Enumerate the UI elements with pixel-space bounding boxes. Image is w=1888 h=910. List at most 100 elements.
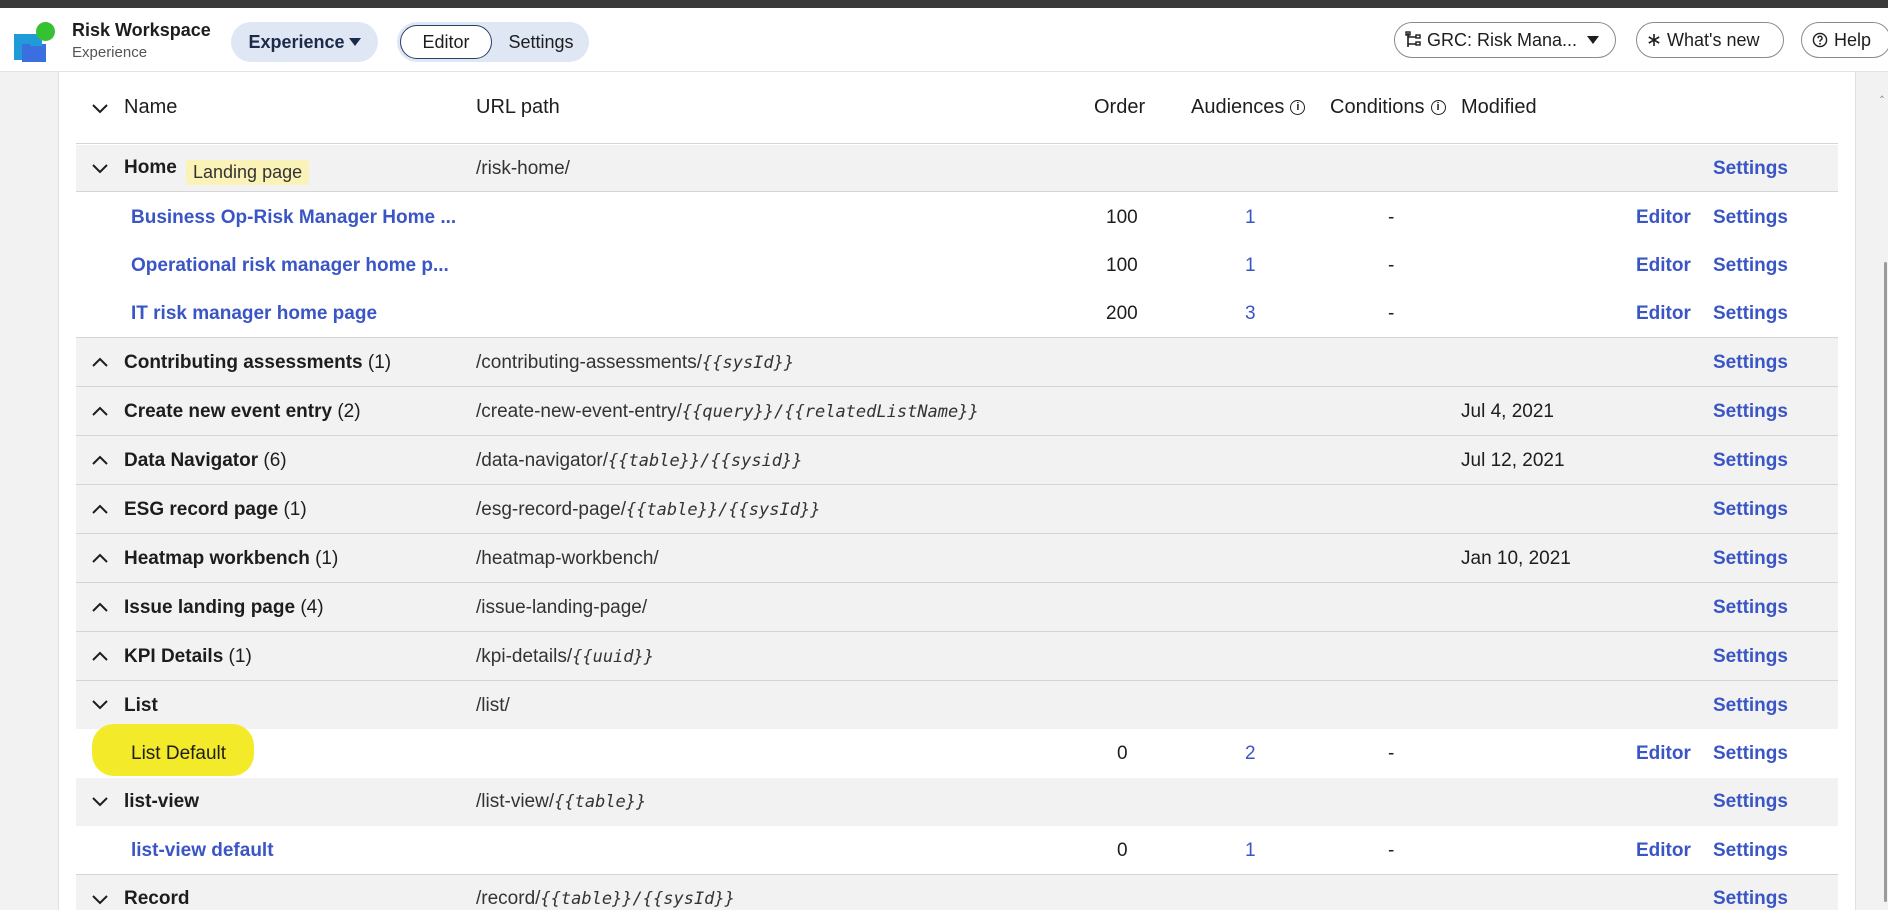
audiences-link[interactable]: 1 [1245, 840, 1256, 862]
conditions-value: - [1388, 207, 1395, 228]
url-path: /esg-record-page/{{table}}/{{sysId}} [476, 499, 821, 520]
table-row: List /list/ Settings [76, 681, 1838, 729]
url-path: /create-new-event-entry/{{query}}/{{rela… [476, 401, 979, 422]
column-conditions[interactable]: Conditions i [1330, 96, 1446, 119]
chevron-down-icon[interactable] [90, 99, 110, 119]
settings-link[interactable]: Settings [1713, 548, 1788, 570]
settings-link[interactable]: Settings [1713, 743, 1788, 765]
whats-new-button[interactable]: What's new [1636, 22, 1784, 58]
editor-link[interactable]: Editor [1636, 255, 1691, 277]
column-modified[interactable]: Modified [1461, 96, 1537, 119]
column-audiences[interactable]: Audiences i [1191, 96, 1306, 119]
scroll-up-icon[interactable]: ‸ [1880, 84, 1884, 98]
url-path: /risk-home/ [476, 158, 570, 179]
chevron-up-icon[interactable] [90, 499, 110, 519]
page-name[interactable]: Create new event entry (2) [124, 401, 361, 423]
variant-link[interactable]: Operational risk manager home p... [131, 255, 449, 277]
page-name[interactable]: KPI Details (1) [124, 646, 252, 668]
page-name[interactable]: Contributing assessments (1) [124, 352, 391, 374]
experience-menu-button[interactable]: Experience [231, 22, 378, 62]
settings-link[interactable]: Settings [1713, 597, 1788, 619]
app-header: Risk Workspace Experience Experience Edi… [0, 8, 1888, 72]
column-url-path[interactable]: URL path [476, 96, 560, 119]
chevron-up-icon[interactable] [90, 548, 110, 568]
settings-link[interactable]: Settings [1713, 695, 1788, 717]
settings-link[interactable]: Settings [1713, 888, 1788, 910]
column-name[interactable]: Name [124, 96, 177, 119]
caret-down-icon [1587, 36, 1600, 44]
asterisk-icon [1648, 34, 1660, 46]
table-row: Create new event entry (2) /create-new-e… [76, 387, 1838, 436]
audiences-link[interactable]: 3 [1245, 303, 1256, 325]
chevron-up-icon[interactable] [90, 450, 110, 470]
table-row: List Default 0 2 - Editor Settings [76, 724, 1838, 778]
conditions-value: - [1388, 255, 1395, 276]
settings-link[interactable]: Settings [1713, 255, 1788, 277]
info-icon[interactable]: i [1290, 100, 1306, 115]
settings-link[interactable]: Settings [1713, 450, 1788, 472]
help-button[interactable]: Help [1801, 22, 1888, 58]
editor-tab[interactable]: Editor [400, 25, 492, 59]
settings-link[interactable]: Settings [1713, 207, 1788, 229]
table-row: Issue landing page (4) /issue-landing-pa… [76, 583, 1838, 632]
landing-page-badge: Landing page [186, 160, 310, 185]
table-row: Business Op-Risk Manager Home ... 100 1 … [76, 193, 1838, 241]
scrollbar-thumb[interactable] [1884, 262, 1887, 902]
editor-link[interactable]: Editor [1636, 840, 1691, 862]
chevron-up-icon[interactable] [90, 352, 110, 372]
chevron-down-icon[interactable] [90, 159, 110, 179]
editor-link[interactable]: Editor [1636, 743, 1691, 765]
url-path: /heatmap-workbench/ [476, 548, 659, 569]
chevron-down-icon[interactable] [90, 695, 110, 715]
whats-new-label: What's new [1667, 29, 1760, 50]
page-name[interactable]: List [124, 695, 158, 717]
variant-link[interactable]: List Default [131, 743, 226, 765]
experience-menu-label: Experience [248, 31, 345, 52]
settings-link[interactable]: Settings [1713, 303, 1788, 325]
url-path: /issue-landing-page/ [476, 597, 648, 618]
view-switcher: Editor Settings [397, 22, 589, 62]
page-name[interactable]: Data Navigator (6) [124, 450, 287, 472]
order-value: 0 [1117, 743, 1128, 764]
column-order[interactable]: Order [1094, 96, 1145, 119]
page-name[interactable]: Issue landing page (4) [124, 597, 324, 619]
settings-link[interactable]: Settings [1713, 791, 1788, 813]
variant-link[interactable]: list-view default [131, 840, 274, 862]
settings-link[interactable]: Settings [1713, 352, 1788, 374]
editor-link[interactable]: Editor [1636, 303, 1691, 325]
chevron-down-icon[interactable] [90, 792, 110, 812]
chevron-up-icon[interactable] [90, 597, 110, 617]
table-row: list-view default 0 1 - Editor Settings [76, 826, 1838, 875]
chevron-down-icon[interactable] [90, 890, 110, 910]
table-row: Operational risk manager home p... 100 1… [76, 241, 1838, 289]
settings-link[interactable]: Settings [1713, 646, 1788, 668]
scope-selector[interactable]: GRC: Risk Mana... [1394, 22, 1616, 58]
settings-tab[interactable]: Settings [497, 25, 585, 59]
settings-link[interactable]: Settings [1713, 499, 1788, 521]
scope-selector-label: GRC: Risk Mana... [1427, 29, 1578, 50]
table-header: Name URL path Order Audiences i Condition… [76, 72, 1838, 144]
url-path: /list/ [476, 695, 510, 716]
order-value: 100 [1106, 207, 1138, 228]
page-name[interactable]: Record [124, 888, 189, 910]
audiences-link[interactable]: 1 [1245, 255, 1256, 277]
chevron-up-icon[interactable] [90, 401, 110, 421]
modified-date: Jul 12, 2021 [1461, 450, 1565, 471]
page-name[interactable]: Heatmap workbench (1) [124, 548, 338, 570]
audiences-link[interactable]: 2 [1245, 743, 1256, 765]
chevron-up-icon[interactable] [90, 646, 110, 666]
settings-link[interactable]: Settings [1713, 840, 1788, 862]
app-title: Risk Workspace [72, 20, 211, 40]
page-name[interactable]: list-view [124, 791, 199, 813]
audiences-link[interactable]: 1 [1245, 207, 1256, 229]
order-value: 0 [1117, 840, 1128, 861]
variant-link[interactable]: Business Op-Risk Manager Home ... [131, 207, 456, 229]
table-row: Home Landing page /risk-home/ Settings [76, 145, 1838, 192]
settings-link[interactable]: Settings [1713, 401, 1788, 423]
info-icon[interactable]: i [1430, 100, 1446, 115]
page-name[interactable]: ESG record page (1) [124, 499, 307, 521]
variant-link[interactable]: IT risk manager home page [131, 303, 377, 325]
page-name[interactable]: Home [124, 157, 177, 179]
editor-link[interactable]: Editor [1636, 207, 1691, 229]
settings-link[interactable]: Settings [1713, 158, 1788, 180]
